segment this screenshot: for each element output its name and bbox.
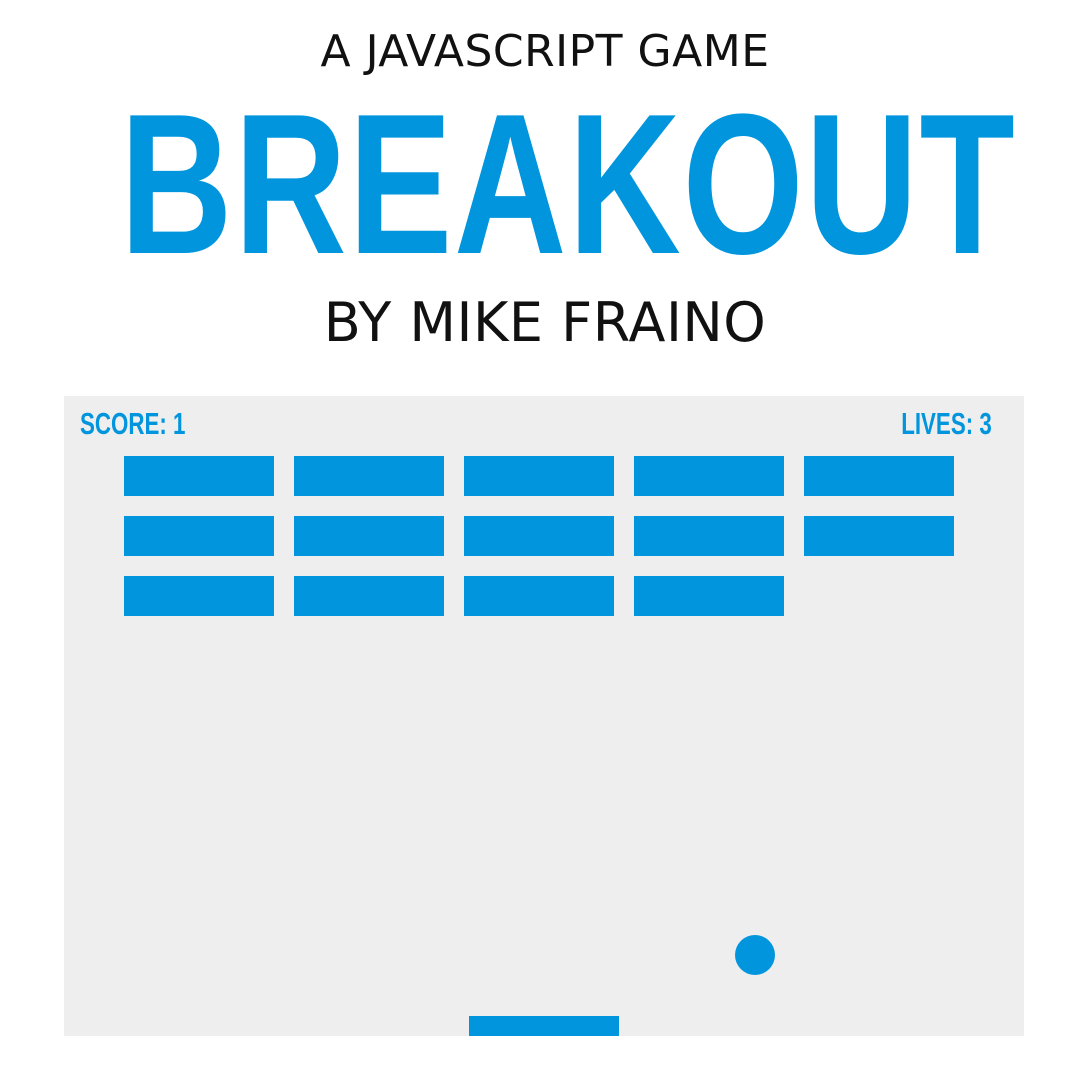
brick bbox=[804, 516, 954, 556]
brick bbox=[124, 576, 274, 616]
game-subtitle: A JAVASCRIPT GAME bbox=[320, 26, 770, 77]
brick bbox=[124, 516, 274, 556]
brick bbox=[634, 516, 784, 556]
brick bbox=[124, 456, 274, 496]
score-label: SCORE: 1 bbox=[80, 406, 186, 441]
brick bbox=[294, 576, 444, 616]
author-byline: BY MIKE FRAINO bbox=[323, 291, 767, 354]
brick bbox=[634, 456, 784, 496]
title-banner: A JAVASCRIPT GAME BREAKOUT BY MIKE FRAIN… bbox=[0, 0, 1090, 380]
brick bbox=[464, 516, 614, 556]
brick bbox=[634, 576, 784, 616]
brick bbox=[294, 456, 444, 496]
ball bbox=[735, 935, 775, 975]
brick bbox=[464, 576, 614, 616]
game-title: BREAKOUT bbox=[119, 73, 1017, 296]
brick bbox=[464, 456, 614, 496]
game-canvas[interactable]: SCORE: 1 LIVES: 3 bbox=[64, 396, 1024, 1036]
paddle[interactable] bbox=[469, 1016, 619, 1036]
lives-label: LIVES: 3 bbox=[901, 406, 992, 441]
brick bbox=[804, 456, 954, 496]
brick bbox=[294, 516, 444, 556]
